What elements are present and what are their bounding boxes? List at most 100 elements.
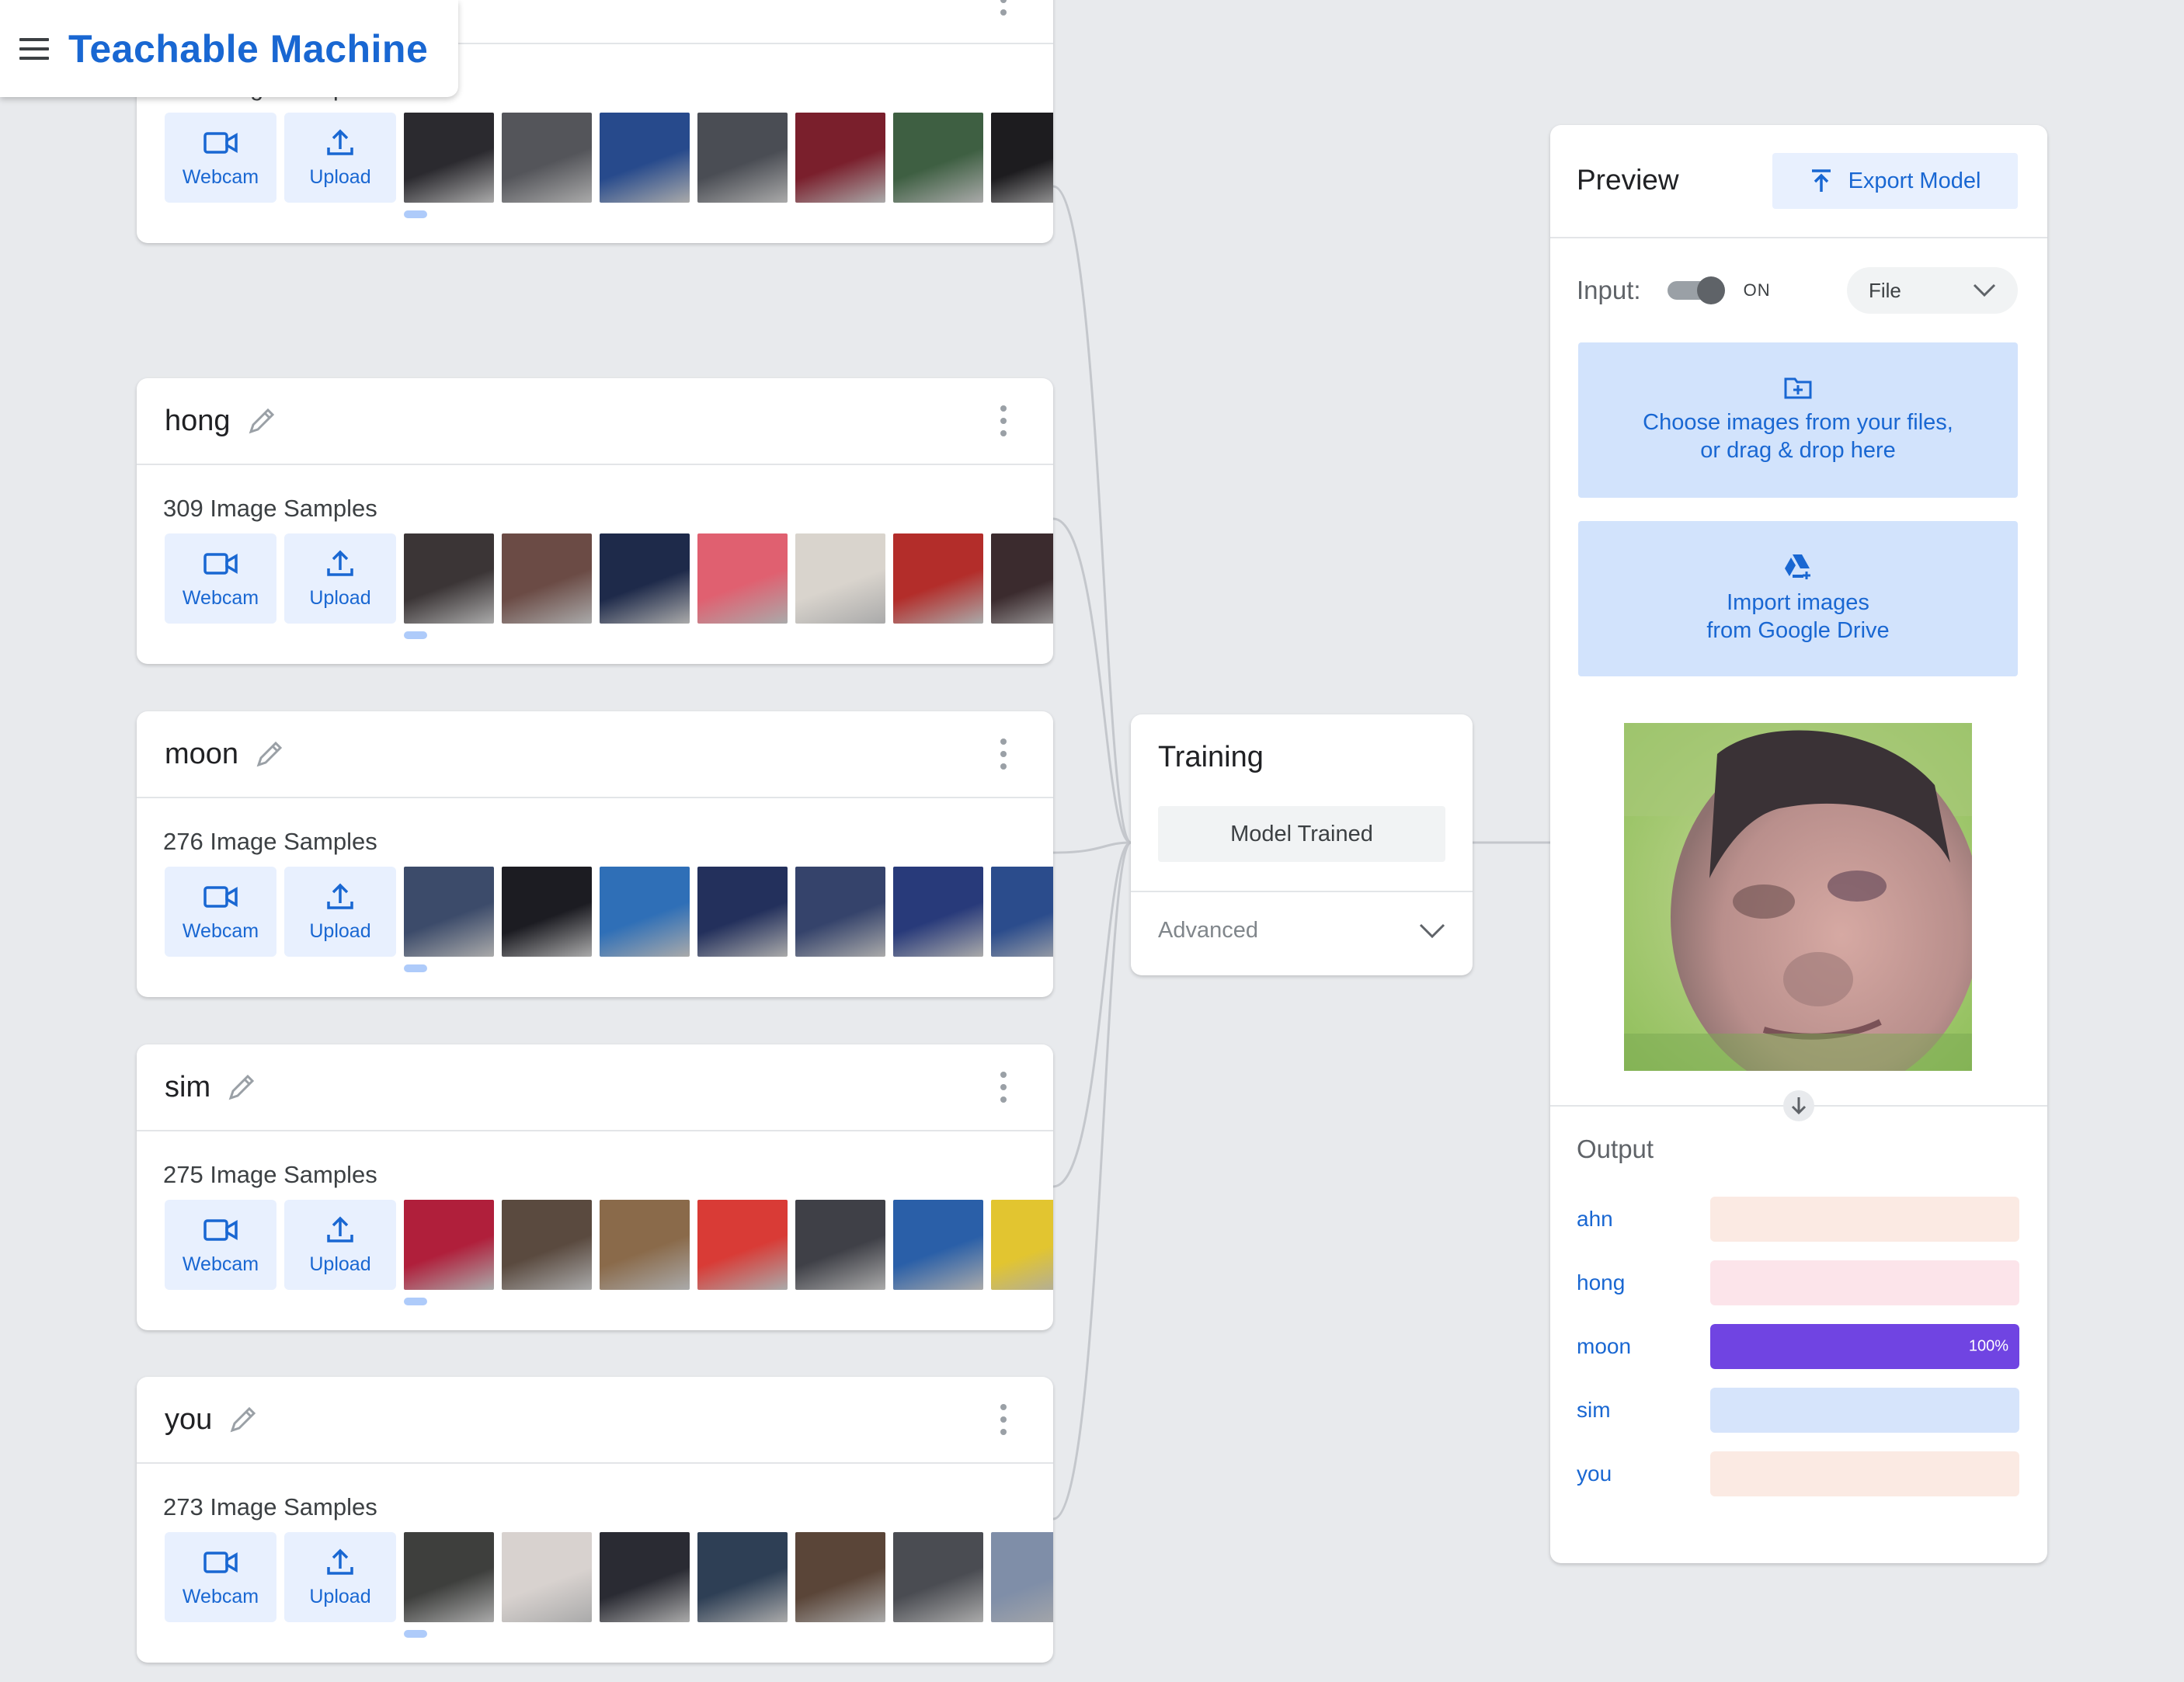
- class-card-header: you: [137, 1377, 1053, 1464]
- thumbnail-scrollbar[interactable]: [404, 964, 427, 972]
- video-camera-icon: [203, 885, 238, 908]
- sample-thumbnail[interactable]: [697, 867, 788, 957]
- video-camera-icon: [203, 1551, 238, 1573]
- sample-thumbnail[interactable]: [795, 1532, 885, 1622]
- upload-icon: [327, 1216, 353, 1242]
- output-row-you: you: [1577, 1451, 2019, 1496]
- app-title[interactable]: Teachable Machine: [68, 26, 428, 71]
- sample-thumbnails[interactable]: [404, 1200, 1053, 1290]
- class-card-hong: hong 309 Image Samples Webcam Upload: [137, 378, 1053, 664]
- sample-thumbnail[interactable]: [795, 533, 885, 624]
- sample-thumbnail[interactable]: [893, 867, 983, 957]
- drive-text-line1: Import images: [1727, 590, 1869, 615]
- confidence-percent: 100%: [1968, 1337, 2008, 1355]
- sample-thumbnail[interactable]: [502, 533, 592, 624]
- class-name[interactable]: you: [165, 1403, 212, 1437]
- upload-button[interactable]: Upload: [284, 1200, 396, 1290]
- sample-thumbnail[interactable]: [991, 867, 1053, 957]
- input-toggle[interactable]: [1667, 276, 1725, 304]
- sample-thumbnails[interactable]: [404, 113, 1053, 203]
- upload-button[interactable]: Upload: [284, 1532, 396, 1622]
- class-card-moon: moon 276 Image Samples Webcam Upload: [137, 711, 1053, 997]
- thumbnail-scrollbar[interactable]: [404, 1630, 427, 1638]
- webcam-button[interactable]: Webcam: [165, 1532, 276, 1622]
- thumbnail-scrollbar[interactable]: [404, 210, 427, 218]
- class-name[interactable]: hong: [165, 405, 231, 438]
- divider: [1550, 237, 2047, 238]
- upload-label: Upload: [309, 1253, 371, 1275]
- sample-thumbnail[interactable]: [502, 1200, 592, 1290]
- train-model-button[interactable]: Model Trained: [1158, 806, 1445, 862]
- upload-button[interactable]: Upload: [284, 533, 396, 624]
- more-options-icon[interactable]: [997, 405, 1010, 436]
- sample-thumbnail[interactable]: [697, 113, 788, 203]
- sample-thumbnail[interactable]: [795, 867, 885, 957]
- sample-thumbnail[interactable]: [893, 1532, 983, 1622]
- training-card: Training Model Trained Advanced: [1131, 714, 1473, 975]
- webcam-button[interactable]: Webcam: [165, 113, 276, 203]
- edit-pencil-icon[interactable]: [254, 738, 285, 770]
- class-name[interactable]: moon: [165, 738, 238, 771]
- advanced-toggle[interactable]: Advanced: [1158, 918, 1445, 944]
- sample-thumbnail[interactable]: [404, 533, 494, 624]
- hamburger-menu-icon[interactable]: [19, 37, 49, 60]
- sample-thumbnail[interactable]: [600, 867, 690, 957]
- sample-thumbnail[interactable]: [991, 1200, 1053, 1290]
- arrow-down-icon: [1783, 1090, 1814, 1121]
- webcam-button[interactable]: Webcam: [165, 533, 276, 624]
- sample-thumbnail[interactable]: [795, 113, 885, 203]
- input-source-value: File: [1869, 278, 1901, 302]
- input-source-select[interactable]: File: [1847, 267, 2018, 314]
- more-options-icon[interactable]: [997, 1404, 1010, 1435]
- edit-pencil-icon[interactable]: [226, 1072, 257, 1103]
- thumbnail-scrollbar[interactable]: [404, 631, 427, 639]
- more-options-icon[interactable]: [997, 1072, 1010, 1103]
- sample-thumbnail[interactable]: [991, 113, 1053, 203]
- sample-thumbnail[interactable]: [502, 113, 592, 203]
- webcam-button[interactable]: Webcam: [165, 867, 276, 957]
- sample-count: 275 Image Samples: [163, 1161, 377, 1188]
- sample-thumbnail[interactable]: [795, 1200, 885, 1290]
- sample-thumbnail[interactable]: [600, 113, 690, 203]
- sample-thumbnail[interactable]: [404, 113, 494, 203]
- video-camera-icon: [203, 1218, 238, 1241]
- sample-thumbnail[interactable]: [893, 533, 983, 624]
- edit-pencil-icon[interactable]: [228, 1404, 259, 1435]
- file-drop-zone[interactable]: Choose images from your files, or drag &…: [1578, 342, 2018, 498]
- class-name[interactable]: sim: [165, 1071, 210, 1104]
- sample-thumbnail[interactable]: [697, 533, 788, 624]
- upload-button[interactable]: Upload: [284, 113, 396, 203]
- sample-thumbnail[interactable]: [893, 113, 983, 203]
- sample-thumbnail[interactable]: [600, 1532, 690, 1622]
- sample-thumbnail[interactable]: [404, 1200, 494, 1290]
- sample-thumbnail[interactable]: [697, 1200, 788, 1290]
- sample-thumbnail[interactable]: [502, 1532, 592, 1622]
- folder-add-icon: [1784, 377, 1812, 399]
- upload-icon: [327, 883, 353, 909]
- upload-button[interactable]: Upload: [284, 867, 396, 957]
- class-card-header: moon: [137, 711, 1053, 798]
- sample-thumbnail[interactable]: [991, 533, 1053, 624]
- sample-thumbnail[interactable]: [404, 1532, 494, 1622]
- sample-thumbnails[interactable]: [404, 533, 1053, 624]
- sample-thumbnail[interactable]: [600, 1200, 690, 1290]
- webcam-label: Webcam: [182, 1253, 259, 1275]
- sample-thumbnail[interactable]: [600, 533, 690, 624]
- edit-pencil-icon[interactable]: [246, 405, 277, 436]
- sample-thumbnail[interactable]: [404, 867, 494, 957]
- more-options-icon[interactable]: [997, 738, 1010, 770]
- sample-thumbnail[interactable]: [893, 1200, 983, 1290]
- sample-thumbnails[interactable]: [404, 867, 1053, 957]
- preview-image: [1624, 723, 1972, 1071]
- chevron-down-icon: [1973, 283, 1996, 297]
- upload-arrow-icon: [1811, 169, 1831, 192]
- sample-thumbnail[interactable]: [991, 1532, 1053, 1622]
- webcam-button[interactable]: Webcam: [165, 1200, 276, 1290]
- sample-thumbnails[interactable]: [404, 1532, 1053, 1622]
- sample-thumbnail[interactable]: [697, 1532, 788, 1622]
- export-model-button[interactable]: Export Model: [1772, 153, 2018, 209]
- google-drive-import[interactable]: Import images from Google Drive: [1578, 521, 2018, 676]
- sample-thumbnail[interactable]: [502, 867, 592, 957]
- more-options-icon[interactable]: [997, 0, 1010, 16]
- thumbnail-scrollbar[interactable]: [404, 1298, 427, 1305]
